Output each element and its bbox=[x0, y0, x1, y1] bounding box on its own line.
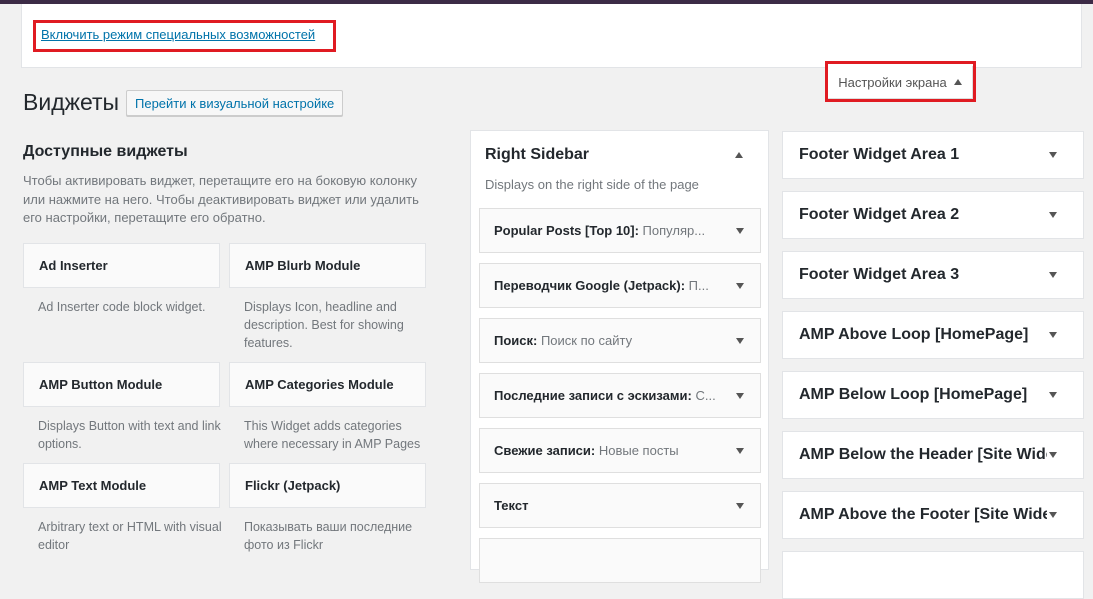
available-widgets-description: Чтобы активировать виджет, перетащите ег… bbox=[23, 173, 419, 225]
sidebar-widget[interactable]: Свежие записи: Новые посты bbox=[479, 428, 761, 473]
available-widgets-heading: Доступные виджеты bbox=[23, 143, 188, 160]
caret-up-icon bbox=[953, 79, 962, 85]
expand-area-icon[interactable] bbox=[1049, 392, 1057, 398]
available-widget[interactable]: Flickr (Jetpack) bbox=[229, 463, 426, 508]
widget-area[interactable] bbox=[782, 551, 1084, 599]
sidebar-widget[interactable]: Текст bbox=[479, 483, 761, 528]
sidebar-widget-subtitle: Новые посты bbox=[595, 443, 679, 458]
sidebar-widget-subtitle: П... bbox=[685, 278, 709, 293]
expand-area-icon[interactable] bbox=[1049, 332, 1057, 338]
collapse-sidebar-icon[interactable] bbox=[735, 152, 743, 158]
widget-area[interactable]: Footer Widget Area 3 bbox=[782, 251, 1084, 299]
widget-name: AMP Text Module bbox=[39, 478, 147, 493]
sidebar-widget-title: Свежие записи: bbox=[494, 443, 596, 458]
widget-name: AMP Blurb Module bbox=[245, 258, 361, 273]
expand-widget-icon[interactable] bbox=[736, 448, 744, 454]
widget-area[interactable]: AMP Above the Footer [Site Wide] bbox=[782, 491, 1084, 539]
widget-name: AMP Button Module bbox=[39, 377, 163, 392]
sidebar-widget-title: Поиск: bbox=[494, 333, 538, 348]
available-widget[interactable]: AMP Text Module bbox=[23, 463, 220, 508]
widget-area-title: AMP Above Loop [HomePage] bbox=[799, 326, 1029, 343]
widget-area[interactable]: Footer Widget Area 1 bbox=[782, 131, 1084, 179]
widget-area[interactable]: AMP Below the Header [Site Wide] bbox=[782, 431, 1084, 479]
right-sidebar-description: Displays on the right side of the page bbox=[485, 177, 699, 192]
sidebar-widget[interactable]: Переводчик Google (Jetpack): П... bbox=[479, 263, 761, 308]
expand-area-icon[interactable] bbox=[1049, 452, 1057, 458]
right-sidebar-title[interactable]: Right Sidebar bbox=[485, 146, 589, 164]
widget-description: This Widget adds categories where necess… bbox=[244, 419, 421, 451]
widget-name: AMP Categories Module bbox=[245, 377, 394, 392]
widget-description: Показывать ваши последние фото из Flickr bbox=[244, 520, 413, 552]
screen-options-toggle[interactable]: Настройки экрана bbox=[827, 66, 973, 99]
sidebar-widget-subtitle: С... bbox=[691, 388, 716, 403]
expand-area-icon[interactable] bbox=[1049, 152, 1057, 158]
widget-area[interactable]: AMP Below Loop [HomePage] bbox=[782, 371, 1084, 419]
widget-description: Displays Icon, headline and description.… bbox=[244, 300, 404, 350]
sidebar-widget-title: Последние записи с эскизами: bbox=[494, 388, 692, 403]
widget-description: Displays Button with text and link optio… bbox=[38, 419, 221, 451]
sidebar-widget[interactable] bbox=[479, 538, 761, 583]
widget-area[interactable]: Footer Widget Area 2 bbox=[782, 191, 1084, 239]
expand-widget-icon[interactable] bbox=[736, 503, 744, 509]
widget-area-title: Footer Widget Area 1 bbox=[799, 146, 960, 163]
manage-in-customizer-button[interactable]: Перейти к визуальной настройке bbox=[126, 90, 344, 116]
available-widget[interactable]: Ad Inserter bbox=[23, 243, 220, 288]
sidebar-widget-title: Popular Posts [Top 10]: bbox=[494, 223, 639, 238]
widget-name: Flickr (Jetpack) bbox=[245, 478, 341, 493]
sidebar-widget[interactable]: Последние записи с эскизами: С... bbox=[479, 373, 761, 418]
available-widget[interactable]: AMP Blurb Module bbox=[229, 243, 426, 288]
page-title: Виджеты bbox=[23, 89, 120, 115]
expand-area-icon[interactable] bbox=[1049, 212, 1057, 218]
widget-area-title: Footer Widget Area 2 bbox=[799, 206, 960, 223]
available-widget[interactable]: AMP Categories Module bbox=[229, 362, 426, 407]
widget-area-title: AMP Below the Header [Site Wide] bbox=[799, 446, 1047, 463]
expand-widget-icon[interactable] bbox=[736, 228, 744, 234]
sidebar-widget-title: Текст bbox=[494, 498, 529, 513]
sidebar-widget[interactable]: Popular Posts [Top 10]: Популяр... bbox=[479, 208, 761, 253]
widget-area-title: Footer Widget Area 3 bbox=[799, 266, 960, 283]
expand-widget-icon[interactable] bbox=[736, 393, 744, 399]
widget-area[interactable]: AMP Above Loop [HomePage] bbox=[782, 311, 1084, 359]
sidebar-widget[interactable]: Поиск: Поиск по сайту bbox=[479, 318, 761, 363]
expand-area-icon[interactable] bbox=[1049, 272, 1057, 278]
screen-options-label: Настройки экрана bbox=[838, 74, 947, 90]
expand-widget-icon[interactable] bbox=[736, 283, 744, 289]
widget-description: Ad Inserter code block widget. bbox=[38, 300, 206, 314]
widget-area-title: AMP Below Loop [HomePage] bbox=[799, 386, 1028, 403]
available-widget[interactable]: AMP Button Module bbox=[23, 362, 220, 407]
sidebar-widget-subtitle: Популяр... bbox=[638, 223, 706, 238]
widget-name: Ad Inserter bbox=[39, 258, 108, 273]
enable-accessibility-mode-link[interactable]: Включить режим специальных возможностей bbox=[41, 27, 315, 42]
expand-area-icon[interactable] bbox=[1049, 512, 1057, 518]
sidebar-widget-title: Переводчик Google (Jetpack): bbox=[494, 278, 686, 293]
expand-widget-icon[interactable] bbox=[736, 338, 744, 344]
widget-description: Arbitrary text or HTML with visual edito… bbox=[38, 520, 222, 552]
sidebar-widget-subtitle: Поиск по сайту bbox=[537, 333, 633, 348]
widget-area-title: AMP Above the Footer [Site Wide] bbox=[799, 506, 1047, 523]
